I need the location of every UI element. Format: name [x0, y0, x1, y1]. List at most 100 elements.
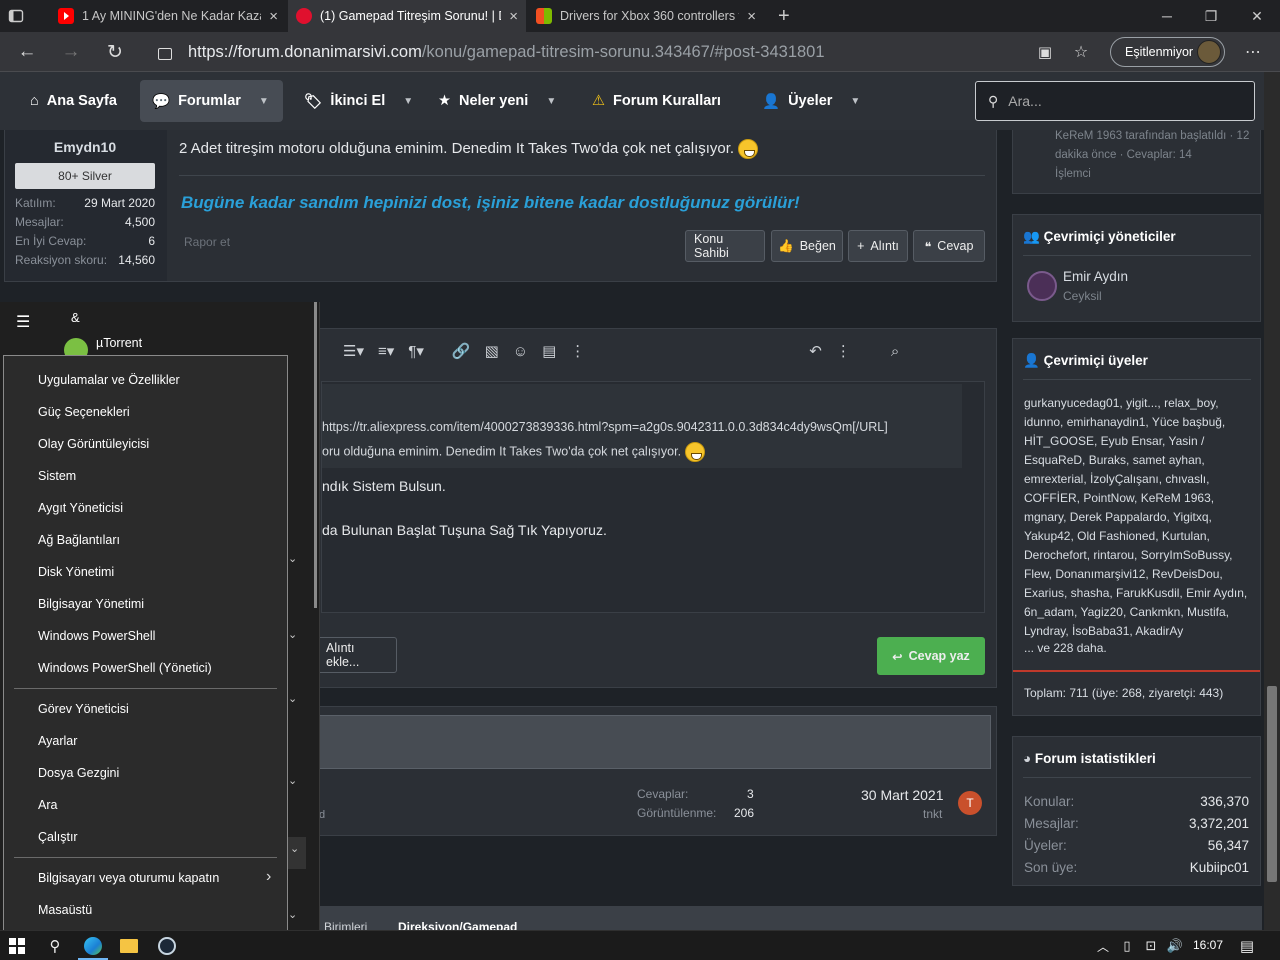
stat-value: 3,372,201 [1188, 816, 1249, 831]
align-icon[interactable]: ≡▾ [378, 342, 394, 360]
smiley-icon[interactable]: ☺ [513, 343, 528, 360]
nav-members[interactable]: 👤 Üyeler ▼ [750, 80, 872, 122]
chevron-down-icon[interactable]: ⌄ [288, 692, 297, 705]
chevron-down-icon[interactable]: ⌄ [288, 908, 297, 921]
nav-whats-new[interactable]: ★ Neler yeni ▼ [426, 80, 568, 122]
tab-actions-icon[interactable] [8, 0, 32, 32]
forward-icon[interactable]: → [56, 37, 86, 67]
menu-item-run[interactable]: Çalıştır [38, 830, 78, 844]
link-icon[interactable]: 🔗 [452, 342, 471, 360]
sync-profile-button[interactable]: Eşitlenmiyor [1110, 37, 1225, 67]
staff-name[interactable]: Emir Aydın [1063, 269, 1128, 284]
steam-icon[interactable] [156, 935, 178, 957]
list-icon[interactable]: ☰▾ [343, 342, 364, 360]
avatar[interactable]: T [958, 791, 982, 815]
menu-item-settings[interactable]: Ayarlar [38, 734, 77, 748]
scrollbar-thumb[interactable] [1267, 686, 1277, 882]
close-tab-icon[interactable]: × [269, 8, 278, 25]
close-tab-icon[interactable]: × [509, 8, 518, 25]
chevron-down-icon[interactable]: ⌄ [288, 837, 306, 869]
chevron-up-icon[interactable]: ︿ [1092, 935, 1114, 957]
stat-value[interactable]: Kubiipc01 [1190, 857, 1249, 879]
tab-xbox-drivers[interactable]: Drivers for Xbox 360 controllers f × [528, 0, 764, 32]
nav-second-hand[interactable]: 🏷 İkinci El ▼ [292, 80, 425, 122]
quote-button[interactable]: + Alıntı [848, 230, 908, 262]
network-icon[interactable]: ⊡ [1140, 935, 1162, 957]
image-icon[interactable]: ▧ [485, 342, 499, 360]
windows-start-icon[interactable] [6, 935, 28, 957]
menu-item-device-manager[interactable]: Aygıt Yöneticisi [38, 501, 123, 515]
close-window-button[interactable]: ✕ [1234, 0, 1280, 32]
nav-home[interactable]: ⌂ Ana Sayfa [18, 80, 129, 122]
avatar[interactable] [1027, 271, 1057, 301]
online-more-link[interactable]: ... ve 228 daha. [1024, 641, 1107, 655]
url-field[interactable]: https://forum.donanimarsivi.com/konu/gam… [148, 36, 1100, 68]
nav-forums[interactable]: 💬 Forumlar ▼ [140, 80, 283, 122]
latest-forum[interactable]: İşlemci [1055, 168, 1091, 180]
breadcrumb-item[interactable]: Direksiyon/Gamepad [398, 920, 517, 930]
search-icon: ⚲ [988, 92, 999, 109]
menu-item-event-viewer[interactable]: Olay Görüntüleyicisi [38, 437, 149, 451]
paragraph-icon[interactable]: ¶▾ [408, 342, 424, 360]
search-icon[interactable]: ⚲ [44, 935, 66, 957]
menu-item-system[interactable]: Sistem [38, 469, 76, 483]
favorites-add-icon[interactable]: ☆ [1066, 37, 1096, 67]
new-tab-button[interactable]: + [770, 0, 798, 32]
report-link[interactable]: Rapor et [184, 235, 230, 249]
last-post-date[interactable]: 30 Mart 2021 [861, 787, 944, 803]
last-post-user[interactable]: tnkt [923, 807, 942, 821]
more-vertical-icon[interactable]: ⋮ [570, 342, 585, 360]
tab-mining[interactable]: 1 Ay MINING'den Ne Kadar Kaza × [50, 0, 286, 32]
app-utorrent[interactable]: µTorrent [96, 336, 142, 350]
refresh-icon[interactable]: ↻ [100, 37, 130, 67]
menu-item-apps-features[interactable]: Uygulamalar ve Özellikler [38, 373, 180, 387]
menu-item-network-connections[interactable]: Ağ Bağlantıları [38, 533, 120, 547]
menu-item-desktop[interactable]: Masaüstü [38, 903, 92, 917]
start-scrollbar[interactable] [314, 302, 317, 608]
preview-icon[interactable]: ⌕ [891, 343, 899, 360]
like-button[interactable]: 👍 Beğen [771, 230, 843, 262]
volume-icon[interactable]: 🔊 [1164, 935, 1186, 957]
hamburger-icon[interactable]: ☰ [16, 312, 30, 332]
file-explorer-icon[interactable] [118, 935, 140, 957]
chevron-down-icon[interactable]: ⌄ [288, 552, 297, 565]
menu-item-task-manager[interactable]: Görev Yöneticisi [38, 702, 129, 716]
menu-item-powershell[interactable]: Windows PowerShell [38, 629, 155, 643]
clock[interactable]: 16:07 [1193, 938, 1223, 952]
minimize-button[interactable]: ─ [1144, 0, 1190, 32]
chevron-down-icon[interactable]: ⌄ [288, 628, 297, 641]
media-icon[interactable]: ▤ [542, 342, 556, 360]
undo-icon[interactable]: ↶ [809, 342, 822, 360]
immersive-reader-icon[interactable]: ▣ [1030, 37, 1060, 67]
post-reply-button[interactable]: ↩ Cevap yaz [877, 637, 985, 675]
back-icon[interactable]: ← [12, 37, 42, 67]
menu-item-file-explorer[interactable]: Dosya Gezgini [38, 766, 119, 780]
more-menu-icon[interactable]: ⋯ [1238, 37, 1268, 67]
nav-rules[interactable]: ⚠ Forum Kuralları [580, 80, 733, 122]
breadcrumb-item[interactable]: Birimleri [324, 920, 367, 930]
similar-threads-header [311, 715, 991, 769]
menu-item-disk-management[interactable]: Disk Yönetimi [38, 565, 114, 579]
app-group-header[interactable]: & [71, 310, 80, 325]
editor-textarea[interactable]: https://tr.aliexpress.com/item/400027383… [321, 381, 985, 613]
more-vertical-icon[interactable]: ⋮ [836, 342, 851, 360]
owner-button[interactable]: Konu Sahibi [685, 230, 765, 262]
author-name[interactable]: Emydn10 [5, 139, 165, 155]
edge-browser-icon[interactable] [82, 935, 104, 957]
menu-item-shutdown[interactable]: Bilgisayarı veya oturumu kapatın [38, 871, 219, 885]
chevron-down-icon[interactable]: ⌄ [288, 774, 297, 787]
page-scrollbar[interactable] [1264, 72, 1280, 930]
reply-button[interactable]: ❝ Cevap [913, 230, 985, 262]
insert-quote-button[interactable]: Alıntı ekle... [317, 637, 397, 673]
battery-icon[interactable]: ▯ [1116, 935, 1138, 957]
tab-gamepad[interactable]: (1) Gamepad Titreşim Sorunu! | D × [288, 0, 526, 32]
menu-item-powershell-admin[interactable]: Windows PowerShell (Yönetici) [38, 661, 212, 675]
menu-item-search[interactable]: Ara [38, 798, 57, 812]
close-tab-icon[interactable]: × [747, 8, 756, 25]
menu-item-computer-management[interactable]: Bilgisayar Yönetimi [38, 597, 144, 611]
online-members-list[interactable]: gurkanyucedag01, yigit..., relax_boy, id… [1024, 394, 1254, 641]
notifications-icon[interactable]: ▤ [1236, 935, 1258, 957]
maximize-button[interactable]: ❐ [1188, 0, 1234, 32]
search-input[interactable]: ⚲ Ara... [975, 81, 1255, 121]
menu-item-power-options[interactable]: Güç Seçenekleri [38, 405, 130, 419]
